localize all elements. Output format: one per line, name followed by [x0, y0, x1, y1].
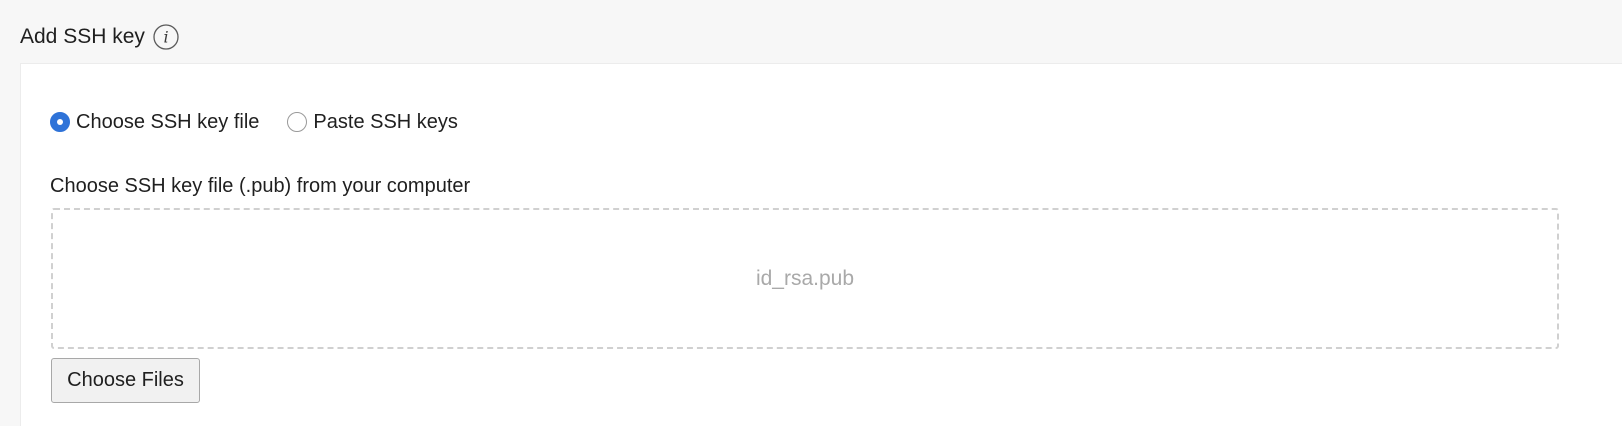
- key-source-radio-group: Choose SSH key file Paste SSH keys: [50, 108, 458, 136]
- file-drop-placeholder: id_rsa.pub: [755, 266, 855, 290]
- info-icon[interactable]: i: [153, 24, 179, 50]
- radio-label-paste-keys[interactable]: Paste SSH keys: [313, 111, 458, 134]
- file-drop-zone[interactable]: id_rsa.pub: [51, 208, 1559, 349]
- radio-option-paste-keys[interactable]: Paste SSH keys: [287, 111, 458, 134]
- radio-choose-file[interactable]: [50, 112, 70, 132]
- radio-label-choose-file[interactable]: Choose SSH key file: [76, 111, 259, 134]
- choose-files-button[interactable]: Choose Files: [51, 358, 200, 403]
- svg-text:i: i: [163, 28, 168, 47]
- radio-paste-keys[interactable]: [287, 112, 308, 132]
- file-field-label: Choose SSH key file (.pub) from your com…: [50, 175, 471, 197]
- section-header: Add SSH key i: [20, 22, 179, 52]
- add-ssh-key-panel: Choose SSH key file Paste SSH keys Choos…: [20, 63, 1622, 426]
- section-title: Add SSH key: [20, 25, 145, 48]
- radio-option-choose-file[interactable]: Choose SSH key file: [50, 111, 259, 134]
